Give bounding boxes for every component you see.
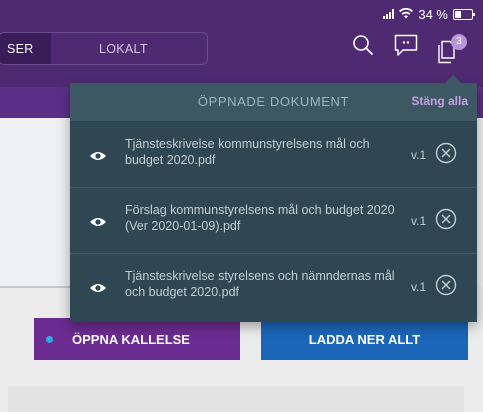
eye-icon[interactable]	[89, 149, 107, 167]
document-title[interactable]: Tjänsteskrivelse styrelsens och nämndern…	[125, 268, 400, 300]
wifi-icon	[399, 7, 414, 22]
close-circle-icon[interactable]	[435, 208, 457, 235]
open-documents-badge: 3	[451, 34, 467, 50]
segment-kallelser[interactable]: SER	[0, 33, 51, 64]
app-header: 34 % SER LOKALT 3	[0, 0, 483, 87]
content-card	[8, 386, 464, 412]
document-row[interactable]: Förslag kommunstyrelsens mål och budget …	[70, 188, 477, 254]
document-title[interactable]: Förslag kommunstyrelsens mål och budget …	[125, 202, 400, 234]
document-version: v.1	[411, 280, 427, 294]
document-row[interactable]: Tjänsteskrivelse styrelsens och nämndern…	[70, 254, 477, 320]
close-all-link[interactable]: Stäng alla	[411, 94, 468, 108]
download-all-label: LADDA NER ALLT	[308, 331, 421, 347]
chat-icon[interactable]	[394, 34, 418, 62]
view-toggle: SER LOKALT	[0, 32, 208, 65]
download-all-button[interactable]: LADDA NER ALLT	[261, 318, 468, 360]
popover-header: ÖPPNADE DOKUMENT Stäng alla	[70, 83, 477, 122]
battery-icon	[453, 8, 475, 20]
close-circle-icon[interactable]	[435, 142, 457, 169]
open-documents-popover: ÖPPNADE DOKUMENT Stäng alla Tjänsteskriv…	[70, 75, 477, 322]
segment-lokalt[interactable]: LOKALT	[51, 33, 207, 64]
close-circle-icon[interactable]	[435, 274, 457, 301]
signal-icon	[383, 9, 395, 19]
eye-icon[interactable]	[89, 215, 107, 233]
status-bar: 34 %	[383, 6, 475, 22]
search-icon[interactable]	[352, 34, 374, 61]
document-version: v.1	[411, 148, 427, 162]
document-title[interactable]: Tjänsteskrivelse kommunstyrelsens mål oc…	[125, 136, 400, 168]
eye-icon[interactable]	[89, 281, 107, 299]
open-summons-label: ÖPPNA KALLELSE	[72, 331, 190, 347]
status-dot	[46, 335, 53, 343]
document-version: v.1	[411, 214, 427, 228]
open-summons-button[interactable]: ÖPPNA KALLELSE	[34, 318, 240, 360]
divider	[0, 286, 70, 288]
battery-level: 34 %	[418, 6, 448, 22]
document-row[interactable]: Tjänsteskrivelse kommunstyrelsens mål oc…	[70, 122, 477, 188]
